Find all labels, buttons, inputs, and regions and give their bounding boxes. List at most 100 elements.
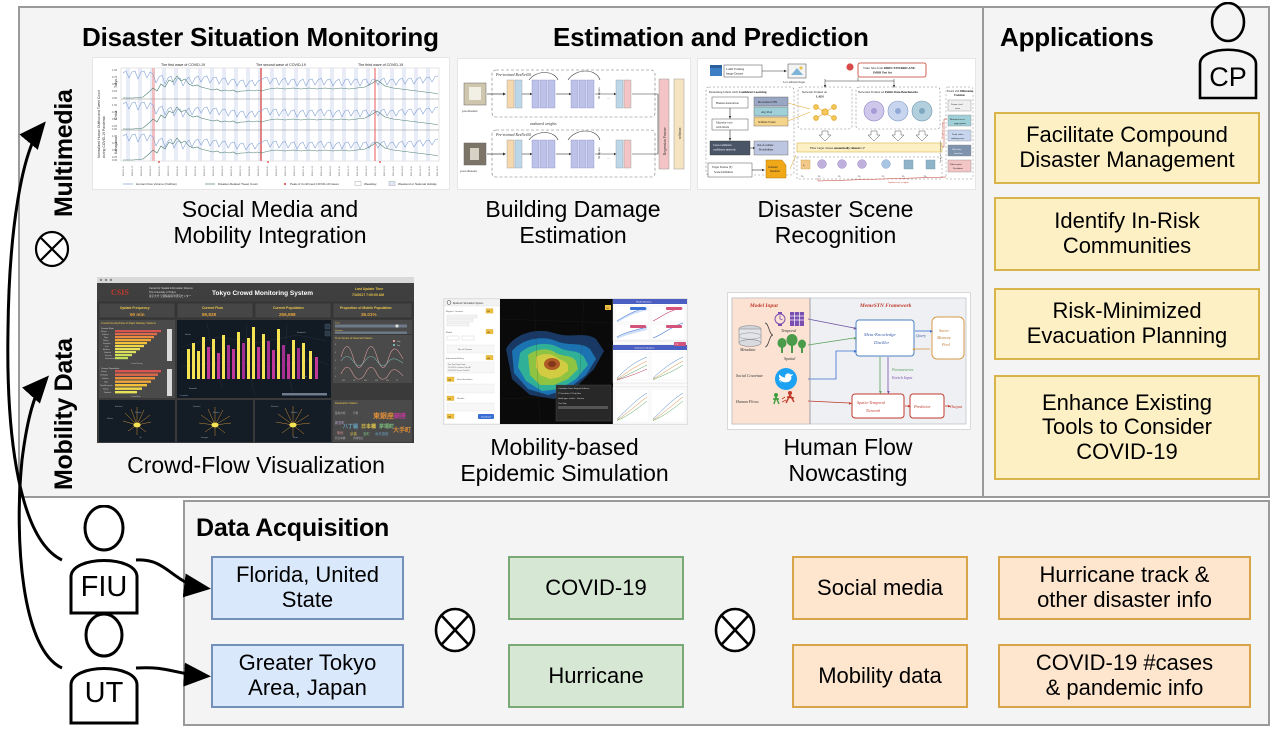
svg-text:...: ... [607, 156, 610, 160]
svg-text:Shinjuku: Shinjuku [291, 412, 298, 414]
svg-text:0.50: 0.50 [112, 117, 118, 121]
svg-text:Comparison Analysis: Comparison Analysis [634, 347, 655, 350]
svg-text:score: score [955, 107, 961, 110]
actor-ut: UT [55, 612, 153, 725]
svg-text:Shibuya: Shibuya [103, 340, 109, 342]
svg-text:Pool: Pool [941, 342, 951, 347]
svg-text:2020-11-01: 2020-11-01 [303, 165, 305, 176]
svg-text:softmax: softmax [678, 127, 682, 139]
svg-text:2021-01-01: 2021-01-01 [339, 165, 341, 176]
caption-human-flow-nowcasting: Human Flow Nowcasting [783, 434, 913, 487]
svg-text:2020-10-01: 2020-10-01 [285, 165, 287, 176]
svg-text:Center for Spatial Information: Center for Spatial Information Science [149, 286, 193, 290]
svg-text:Network: Network [865, 408, 880, 413]
content-hurricane-track[interactable]: Hurricane track & other disaster info [998, 556, 1251, 620]
svg-text:2020-09-15: 2020-09-15 [276, 165, 278, 176]
svg-text:Pre-trained ResNet50: Pre-trained ResNet50 [495, 132, 531, 137]
svg-text:2020-10-15: 2020-10-15 [294, 165, 296, 176]
svg-text:Shinjuku: Shinjuku [135, 412, 142, 414]
source-mobility-data[interactable]: Mobility data [792, 644, 968, 708]
svg-text:Video Shot from DIRECT/HURRICA: Video Shot from DIRECT/HURRICANE- [863, 66, 916, 70]
region-florida[interactable]: Florida, United State [211, 556, 404, 620]
svg-text:2021-05-15: 2021-05-15 [420, 165, 422, 176]
svg-text:2020-06-01: 2020-06-01 [213, 165, 215, 176]
svg-text:89,828: 89,828 [202, 312, 216, 317]
svg-text:Regression Feature: Regression Feature [663, 127, 667, 155]
svg-text:Enrich Input: Enrich Input [891, 375, 913, 380]
application-risk-minimized-evacuation-planning[interactable]: Risk-Minimized Evacuation Planning [994, 288, 1260, 360]
svg-text:Memory: Memory [936, 335, 951, 340]
svg-text:...: ... [607, 96, 610, 100]
content-covid-cases[interactable]: COVID-19 #cases & pandemic info [998, 644, 1251, 708]
svg-text:2020-04-01: 2020-04-01 [177, 165, 179, 176]
svg-text:2: 2 [335, 368, 336, 370]
svg-text:The University of Tokyo: The University of Tokyo [149, 290, 176, 294]
svg-text:Normalized Human Outflow and T: Normalized Human Outflow and Tweet Count [97, 90, 101, 158]
svg-text:水天宮前: 水天宮前 [375, 431, 389, 436]
svg-text:The first wave of COVID-19: The first wave of COVID-19 [161, 63, 205, 67]
svg-text:Network Trained on: Network Trained on [802, 90, 827, 94]
applications-divider [982, 6, 984, 498]
application-enhance-existing-tools[interactable]: Enhance Existing Tools to Consider COVID… [994, 375, 1260, 480]
svg-text:0.00: 0.00 [112, 127, 118, 131]
svg-text:pre-disaster: pre-disaster [462, 109, 479, 113]
svg-text:Target Feature (F): Target Feature (F) [712, 166, 732, 169]
svg-text:Evolution: Evolution [953, 167, 964, 170]
svg-text:2020-08-01: 2020-08-01 [249, 165, 251, 176]
hazard-hurricane[interactable]: Hurricane [508, 644, 684, 708]
svg-text:50 layers: 50 layers [597, 147, 601, 159]
caption-mobility-based-epidemic-simulation: Mobility-based Epidemic Simulation [460, 434, 669, 487]
svg-text:Nakano: Nakano [107, 418, 113, 420]
figure-root: Multimedia Mobility Data Disaster Situat… [0, 0, 1280, 730]
source-social-media[interactable]: Social media [792, 556, 968, 620]
region-greater-tokyo[interactable]: Greater Tokyo Area, Japan [211, 644, 404, 708]
svg-text:6/30: 6/30 [386, 380, 389, 382]
svg-text:w₂: w₂ [838, 175, 841, 178]
svg-text:Metadata: Metadata [739, 347, 755, 352]
svg-text:confidence intervals: confidence intervals [713, 149, 736, 152]
svg-text:Frame-level: Frame-level [951, 103, 963, 106]
svg-text:6/28: 6/28 [364, 380, 367, 382]
application-facilitate-compound-disaster-management[interactable]: Facilitate Compound Disaster Management [994, 112, 1260, 184]
svg-text:Crowd Density: Crowd Density [131, 362, 143, 365]
svg-text:Spatial: Spatial [784, 356, 796, 361]
svg-text:Time: Time [335, 323, 341, 325]
svg-text:2021-05-01: 2021-05-01 [411, 165, 413, 176]
svg-text:4: 4 [335, 360, 336, 362]
svg-text:© mapbox: © mapbox [179, 394, 188, 397]
svg-text:Current Population: Current Population [273, 306, 304, 310]
svg-text:LADI Training: LADI Training [726, 67, 745, 71]
svg-text:0.75: 0.75 [112, 110, 118, 114]
actor-cp-label: CP [1209, 62, 1247, 92]
thumb-timeseries-chart: Normalized Human Outflow and Tweet Count… [92, 57, 450, 190]
svg-text:Tokyo: Tokyo [104, 382, 108, 384]
svg-text:Shinjuku: Shinjuku [213, 412, 220, 414]
svg-text:Setagaya: Setagaya [201, 436, 208, 439]
hazard-covid-19[interactable]: COVID-19 [508, 556, 684, 620]
svg-text:0.25: 0.25 [112, 89, 118, 93]
svg-text:2020-02-15: 2020-02-15 [150, 165, 152, 176]
svg-text:Pre-trained CNN: Pre-trained CNN [758, 101, 777, 104]
svg-text:Shimbashi: Shimbashi [104, 392, 112, 394]
svg-text:Weekend or National Holiday: Weekend or National Holiday [398, 182, 437, 186]
svg-text:Ikebukuro: Ikebukuro [115, 405, 122, 408]
svg-text:2020-03-01: 2020-03-01 [159, 165, 161, 176]
svg-text:Chiba: Chiba [302, 376, 307, 378]
svg-text:Identifier: Identifier [770, 170, 780, 173]
svg-text:256,598: 256,598 [279, 312, 296, 317]
svg-text:No. of Citizens: No. of Citizens [458, 348, 473, 351]
actor-fiu-label: FIU [80, 571, 128, 603]
application-identify-in-risk-communities[interactable]: Identify In-Risk Communities [994, 197, 1260, 271]
svg-text:2020-04-15: 2020-04-15 [186, 165, 188, 176]
svg-text:2020-07-01: 2020-07-01 [231, 165, 233, 176]
svg-text:6/29: 6/29 [375, 380, 378, 382]
svg-text:Fusion with Differential: Fusion with Differential [947, 90, 973, 93]
thumb-scene-recognition-pipeline: LADI Training Image Dataset Low-altitude… [697, 58, 976, 190]
svg-text:with labels: with labels [716, 125, 730, 129]
svg-text:☐ Cumulative ☐ Daily New: ☐ Cumulative ☐ Daily New [558, 392, 582, 395]
svg-text:Destination Station: Destination Station [335, 401, 358, 405]
svg-text:Shibuya: Shibuya [103, 389, 109, 391]
svg-text:Funabashi: Funabashi [297, 332, 306, 334]
svg-text:Weekday: Weekday [364, 182, 377, 186]
svg-text:汐留: 汐留 [353, 411, 359, 415]
